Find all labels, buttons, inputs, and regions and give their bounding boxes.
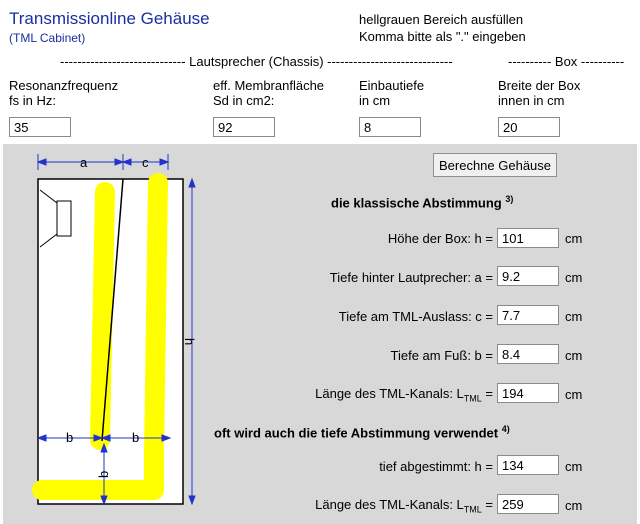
deep-length-label: Länge des TML-Kanals: LTML = (315, 497, 493, 515)
tml-length-unit: cm (565, 387, 583, 402)
resonance-input[interactable] (9, 117, 71, 137)
calculate-button[interactable]: Berechne Gehäuse (433, 153, 557, 177)
deep-length-eq: = (485, 497, 493, 512)
tml-length-eq: = (485, 386, 493, 401)
dim-b-label-right: b (132, 430, 139, 445)
tml-length-label-text: Länge des TML-Kanals: L (315, 386, 464, 401)
depth-c-field[interactable] (497, 305, 559, 325)
tml-length-field[interactable] (497, 383, 559, 403)
classic-footnote: 3) (505, 194, 514, 204)
depth-a-unit: cm (565, 270, 583, 285)
deep-length-field[interactable] (497, 494, 559, 514)
depth-b-field[interactable] (497, 344, 559, 364)
box-section-header: ---------- Box ---------- (508, 54, 625, 69)
resonance-label: Resonanzfrequenz fs in Hz: (9, 78, 118, 108)
dim-a-label: a (80, 155, 88, 170)
dim-b-label-left: b (66, 430, 73, 445)
box-width-label-line2: innen in cm (498, 93, 565, 108)
deep-length-label-text: Länge des TML-Kanals: L (315, 497, 464, 512)
depth-label-line1: Einbautiefe (359, 78, 425, 93)
tml-length-label: Länge des TML-Kanals: LTML = (315, 386, 493, 404)
instruction-comma: Komma bitte als "." eingeben (359, 29, 526, 44)
page-title: Transmissionline Gehäuse (9, 9, 210, 28)
page-subtitle: (TML Cabinet) (9, 31, 86, 45)
speaker-icon (56, 200, 72, 237)
deep-footnote: 4) (501, 424, 510, 434)
membrane-label-line2: Sd in cm2: (213, 93, 275, 108)
membrane-input[interactable] (213, 117, 275, 137)
deep-length-unit: cm (565, 498, 583, 513)
height-unit: cm (565, 231, 583, 246)
deep-heading-text: oft wird auch die tiefe Abstimmung verwe… (214, 425, 499, 441)
deep-length-sub: TML (463, 504, 482, 515)
depth-c-label: Tiefe am TML-Auslass: c = (338, 309, 493, 324)
deep-height-unit: cm (565, 459, 583, 474)
depth-label-line2: in cm (359, 93, 391, 108)
box-width-input[interactable] (498, 117, 560, 137)
dim-h-label: h (182, 338, 197, 345)
dim-b-label-foot: b (96, 471, 111, 478)
depth-input[interactable] (359, 117, 421, 137)
depth-a-label: Tiefe hinter Lautprecher: a = (329, 270, 493, 285)
depth-b-unit: cm (565, 348, 583, 363)
depth-c-unit: cm (565, 309, 583, 324)
depth-label: Einbautiefe in cm (359, 78, 424, 108)
resonance-label-line2: fs in Hz: (9, 93, 56, 108)
cabinet-diagram: a c h b b b (32, 154, 197, 506)
depth-a-field[interactable] (497, 266, 559, 286)
height-field[interactable] (497, 228, 559, 248)
classic-heading-text: die klassische Abstimmung (331, 195, 502, 211)
front-chamber-fill (90, 182, 115, 450)
box-width-label-line1: Breite der Box (498, 78, 581, 93)
resonance-label-line1: Resonanzfrequenz (9, 78, 119, 93)
instruction-fill: hellgrauen Bereich ausfüllen (359, 12, 524, 27)
depth-b-label: Tiefe am Fuß: b = (390, 348, 493, 363)
membrane-label-line1: eff. Membranfläche (213, 78, 325, 93)
membrane-label: eff. Membranfläche Sd in cm2: (213, 78, 324, 108)
height-label: Höhe der Box: h = (387, 231, 493, 246)
deep-heading: oft wird auch die tiefe Abstimmung verwe… (214, 424, 510, 440)
classic-heading: die klassische Abstimmung 3) (331, 194, 513, 210)
tml-length-sub: TML (463, 393, 482, 404)
dim-c-label: c (142, 155, 149, 170)
deep-height-label: tief abgestimmt: h = (379, 459, 493, 474)
deep-height-field[interactable] (497, 455, 559, 475)
speaker-section-header: ----------------------------- Lautsprech… (60, 54, 453, 69)
box-width-label: Breite der Box innen in cm (498, 78, 580, 108)
